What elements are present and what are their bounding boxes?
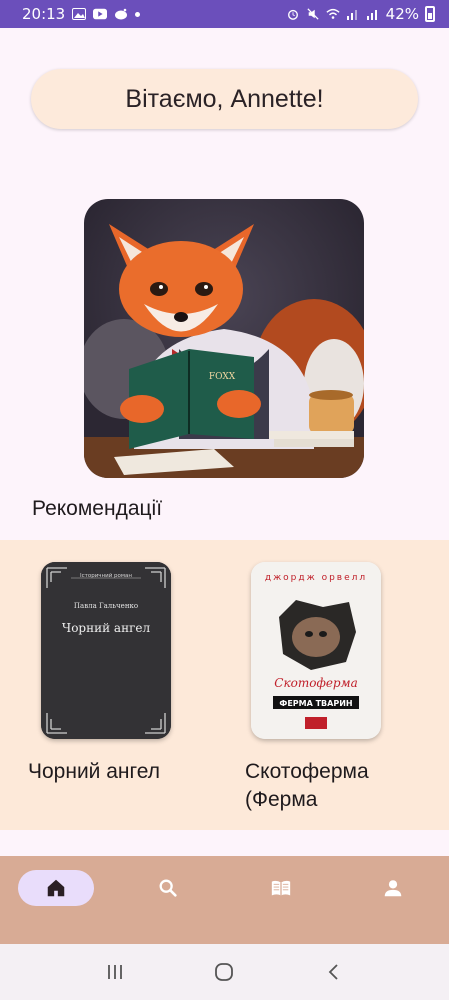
- hero-image: FOXX: [84, 199, 364, 478]
- cover-title-text: Чорний ангел: [62, 621, 151, 635]
- reddit-icon: [115, 8, 128, 20]
- home-circle-icon: [215, 963, 234, 981]
- greeting-banner: Вітаємо, Annette!: [31, 69, 418, 129]
- person-icon: [384, 880, 402, 897]
- bottom-navigation: [0, 856, 449, 944]
- animal-farm-cover: джордж орвелл Скотоферма ФЕРМА ТВАРИН: [251, 562, 381, 739]
- book-cover-animal-farm[interactable]: джордж орвелл Скотоферма ФЕРМА ТВАРИН: [251, 562, 381, 739]
- nav-home[interactable]: [18, 870, 95, 906]
- book-open-icon: [271, 880, 290, 896]
- gallery-icon: [72, 8, 87, 20]
- cover-subtitle-text: ФЕРМА ТВАРИН: [279, 699, 352, 708]
- recents-icon: [107, 965, 122, 979]
- youtube-icon: [93, 8, 108, 20]
- system-navigation: [0, 944, 449, 1000]
- home-system-button[interactable]: [209, 957, 239, 987]
- recommendations-panel: Історичний роман Павла Гальченко Чорний …: [0, 540, 449, 830]
- battery-percent: 42%: [385, 5, 419, 23]
- wifi-icon: [326, 8, 340, 19]
- fox-reading-illustration: FOXX: [84, 224, 364, 478]
- cover-series-text: Історичний роман: [80, 572, 132, 579]
- black-angel-cover: Історичний роман Павла Гальченко Чорний …: [41, 562, 171, 739]
- book-title-2[interactable]: Скотоферма (Ферма: [245, 758, 405, 814]
- nav-profile[interactable]: [355, 870, 431, 906]
- book-title-1[interactable]: Чорний ангел: [28, 758, 160, 786]
- cover-title-text: Скотоферма: [274, 676, 357, 690]
- signal-icon-2: [366, 10, 377, 20]
- recents-button[interactable]: [100, 957, 130, 987]
- back-chevron-icon: [328, 964, 338, 980]
- hero-book-label: FOXX: [209, 372, 236, 382]
- back-button[interactable]: [319, 957, 349, 987]
- cover-author-text: Павла Гальченко: [74, 602, 138, 610]
- mute-icon: [307, 8, 319, 20]
- recommendations-title: Рекомендації: [32, 497, 163, 520]
- alarm-icon: [287, 9, 298, 20]
- home-icon: [47, 879, 65, 897]
- cover-author-text: джордж орвелл: [265, 573, 367, 583]
- notification-dot: [135, 11, 141, 17]
- signal-icon-1: [346, 10, 357, 20]
- nav-search[interactable]: [130, 870, 206, 906]
- status-time: 20:13: [22, 5, 66, 23]
- book-cover-black-angel[interactable]: Історичний роман Павла Гальченко Чорний …: [41, 562, 171, 739]
- search-icon: [159, 879, 177, 897]
- battery-icon: [425, 6, 435, 22]
- nav-library[interactable]: [243, 870, 319, 906]
- status-bar: 20:13 42%: [0, 0, 449, 28]
